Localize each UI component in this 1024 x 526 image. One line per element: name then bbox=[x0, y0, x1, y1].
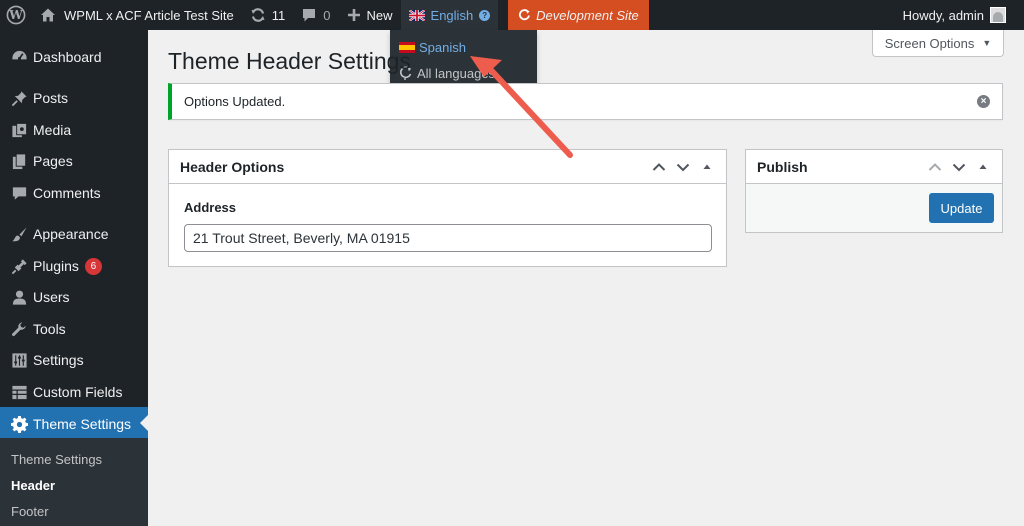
submenu-item-footer[interactable]: Footer bbox=[11, 504, 49, 519]
plus-icon bbox=[347, 9, 360, 21]
development-site-badge[interactable]: Development Site bbox=[508, 0, 649, 30]
sidebar-item-label: Dashboard bbox=[33, 49, 102, 65]
header-options-box: Header Options Address bbox=[168, 149, 727, 267]
sidebar-item-comments[interactable]: Comments bbox=[0, 177, 148, 209]
publish-box: Publish Update bbox=[745, 149, 1003, 233]
comments-count: 0 bbox=[323, 7, 331, 23]
sidebar-item-label: Comments bbox=[33, 185, 101, 201]
comments-link[interactable]: 0 bbox=[293, 0, 338, 30]
toggle-triangle-icon[interactable] bbox=[974, 158, 992, 176]
chevron-down-icon[interactable] bbox=[950, 158, 968, 176]
sidebar-item-pages[interactable]: Pages bbox=[0, 145, 148, 177]
screen-options-button[interactable]: Screen Options ▼ bbox=[872, 30, 1004, 57]
help-icon[interactable]: ? bbox=[479, 9, 491, 21]
language-switcher[interactable]: English ? bbox=[400, 0, 499, 30]
sidebar-item-custom-fields[interactable]: Custom Fields bbox=[0, 376, 148, 408]
plugin-updates-badge: 6 bbox=[84, 257, 102, 275]
address-field-label: Address bbox=[184, 200, 237, 215]
table-icon bbox=[0, 384, 36, 401]
postbox-title: Header Options bbox=[180, 158, 285, 175]
plugin-icon bbox=[0, 258, 36, 275]
gear-icon bbox=[0, 415, 36, 433]
sidebar-item-users[interactable]: Users bbox=[0, 281, 148, 313]
page-title: Theme Header Settings bbox=[168, 48, 411, 74]
sidebar-item-label: Tools bbox=[33, 321, 66, 337]
sidebar-item-label: Pages bbox=[33, 153, 73, 169]
comment-bubble-icon bbox=[303, 9, 316, 22]
dismiss-icon[interactable]: × bbox=[977, 95, 990, 108]
uk-flag-icon bbox=[408, 9, 425, 21]
sidebar-item-label: Custom Fields bbox=[33, 384, 123, 400]
postbox-controls bbox=[650, 158, 716, 176]
language-option-spanish[interactable]: Spanish bbox=[390, 34, 537, 60]
sidebar-item-label: Appearance bbox=[33, 226, 109, 242]
new-content-link[interactable]: New bbox=[339, 0, 401, 30]
sidebar-item-label: Plugins bbox=[33, 258, 79, 274]
site-name-label: WPML x ACF Article Test Site bbox=[64, 7, 234, 23]
new-label: New bbox=[366, 7, 393, 23]
update-button[interactable]: Update bbox=[929, 193, 994, 223]
chevron-up-icon[interactable] bbox=[926, 158, 944, 176]
theme-settings-submenu: Theme Settings Header Footer bbox=[0, 438, 148, 526]
success-notice: Options Updated. × bbox=[168, 83, 1003, 120]
sidebar-item-label: Posts bbox=[33, 90, 69, 106]
wordpress-icon: W bbox=[6, 5, 26, 25]
postbox-title: Publish bbox=[757, 158, 808, 175]
current-language-label: English bbox=[430, 7, 474, 23]
notice-text: Options Updated. bbox=[184, 94, 286, 109]
sidebar-item-appearance[interactable]: Appearance bbox=[0, 218, 148, 250]
comment-icon bbox=[0, 185, 36, 202]
pin-icon bbox=[0, 90, 36, 107]
brush-icon bbox=[0, 226, 36, 243]
sidebar-item-media[interactable]: Media bbox=[0, 114, 148, 146]
sidebar-item-label: Settings bbox=[33, 352, 84, 368]
dashboard-icon bbox=[0, 49, 36, 66]
user-icon bbox=[0, 289, 36, 306]
howdy-label: Howdy, admin bbox=[902, 7, 984, 23]
sidebar-item-tools[interactable]: Tools bbox=[0, 313, 148, 345]
sidebar-item-plugins[interactable]: Plugins 6 bbox=[0, 250, 148, 282]
admin-bar: W WPML x ACF Article Test Site 11 0 New bbox=[0, 0, 1024, 30]
dev-site-label: Development Site bbox=[536, 7, 639, 23]
pages-icon bbox=[0, 152, 36, 170]
admin-sidebar: Dashboard Posts Media Pages Comments App… bbox=[0, 30, 148, 526]
site-name-link[interactable]: WPML x ACF Article Test Site bbox=[32, 0, 242, 30]
language-option-label: Spanish bbox=[419, 39, 466, 55]
screen-options-label: Screen Options bbox=[884, 35, 975, 51]
sidebar-item-label: Media bbox=[33, 122, 72, 138]
wrench-icon bbox=[0, 321, 36, 338]
updates-link[interactable]: 11 bbox=[242, 0, 294, 30]
caret-down-icon: ▼ bbox=[982, 38, 992, 48]
home-icon bbox=[41, 8, 55, 22]
account-menu[interactable]: Howdy, admin bbox=[895, 0, 1014, 30]
dev-site-icon bbox=[519, 8, 531, 20]
postbox-controls bbox=[926, 158, 992, 176]
avatar bbox=[990, 7, 1006, 23]
svg-text:W: W bbox=[8, 8, 23, 22]
refresh-icon bbox=[251, 8, 265, 22]
postbox-header: Header Options bbox=[169, 150, 726, 184]
toggle-triangle-icon[interactable] bbox=[698, 158, 716, 176]
sidebar-item-settings[interactable]: Settings bbox=[0, 344, 148, 376]
address-field[interactable] bbox=[184, 224, 712, 252]
media-icon bbox=[0, 122, 36, 139]
wordpress-logo-button[interactable]: W bbox=[0, 0, 32, 30]
sidebar-item-label: Users bbox=[33, 289, 70, 305]
language-option-label: All languages bbox=[417, 65, 496, 81]
submenu-item-theme-settings[interactable]: Theme Settings bbox=[11, 452, 102, 467]
submenu-item-header[interactable]: Header bbox=[11, 478, 55, 493]
updates-count: 11 bbox=[271, 7, 286, 23]
chevron-up-icon[interactable] bbox=[650, 158, 668, 176]
sidebar-item-posts[interactable]: Posts bbox=[0, 82, 148, 114]
sidebar-item-label: Theme Settings bbox=[33, 416, 132, 432]
sliders-icon bbox=[0, 352, 36, 369]
chevron-down-icon[interactable] bbox=[674, 158, 692, 176]
sidebar-item-theme-settings[interactable]: Theme Settings bbox=[0, 407, 148, 441]
sidebar-item-dashboard[interactable]: Dashboard bbox=[0, 41, 148, 73]
